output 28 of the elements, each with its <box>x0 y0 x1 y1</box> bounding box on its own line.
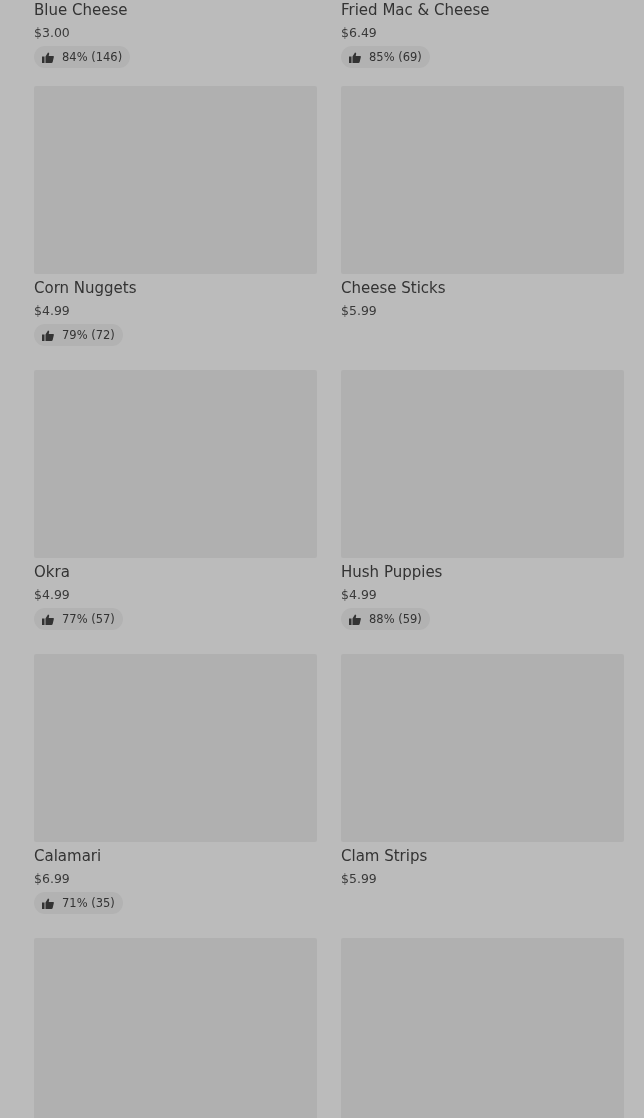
item-price: $6.99 <box>34 870 70 888</box>
item-name[interactable]: Cheese Sticks <box>341 278 446 298</box>
thumbs-up-icon <box>42 51 54 63</box>
item-price: $4.99 <box>34 302 70 320</box>
thumbs-up-icon <box>349 51 361 63</box>
item-name[interactable]: Corn Nuggets <box>34 278 137 298</box>
rating-text: 85% (69) <box>369 50 422 64</box>
item-price: $6.49 <box>341 24 377 42</box>
item-name[interactable]: Clam Strips <box>341 846 428 866</box>
thumbs-up-icon <box>42 613 54 625</box>
rating-text: 71% (35) <box>62 896 115 910</box>
rating-text: 88% (59) <box>369 612 422 626</box>
item-name[interactable]: Fried Mac & Cheese <box>341 0 490 20</box>
item-name[interactable]: Blue Cheese <box>34 0 128 20</box>
item-name[interactable]: Okra <box>34 562 70 582</box>
item-price: $4.99 <box>341 586 377 604</box>
rating-text: 77% (57) <box>62 612 115 626</box>
thumbs-up-icon <box>42 897 54 909</box>
rating-text: 79% (72) <box>62 328 115 342</box>
item-price: $4.99 <box>34 586 70 604</box>
item-price: $5.99 <box>341 870 377 888</box>
rating-text: 84% (146) <box>62 50 123 64</box>
item-name[interactable]: Calamari <box>34 846 102 866</box>
item-price: $5.99 <box>341 302 377 320</box>
item-price: $3.00 <box>34 24 70 42</box>
item-name[interactable]: Hush Puppies <box>341 562 443 582</box>
thumbs-up-icon <box>349 613 361 625</box>
thumbs-up-icon <box>42 329 54 341</box>
